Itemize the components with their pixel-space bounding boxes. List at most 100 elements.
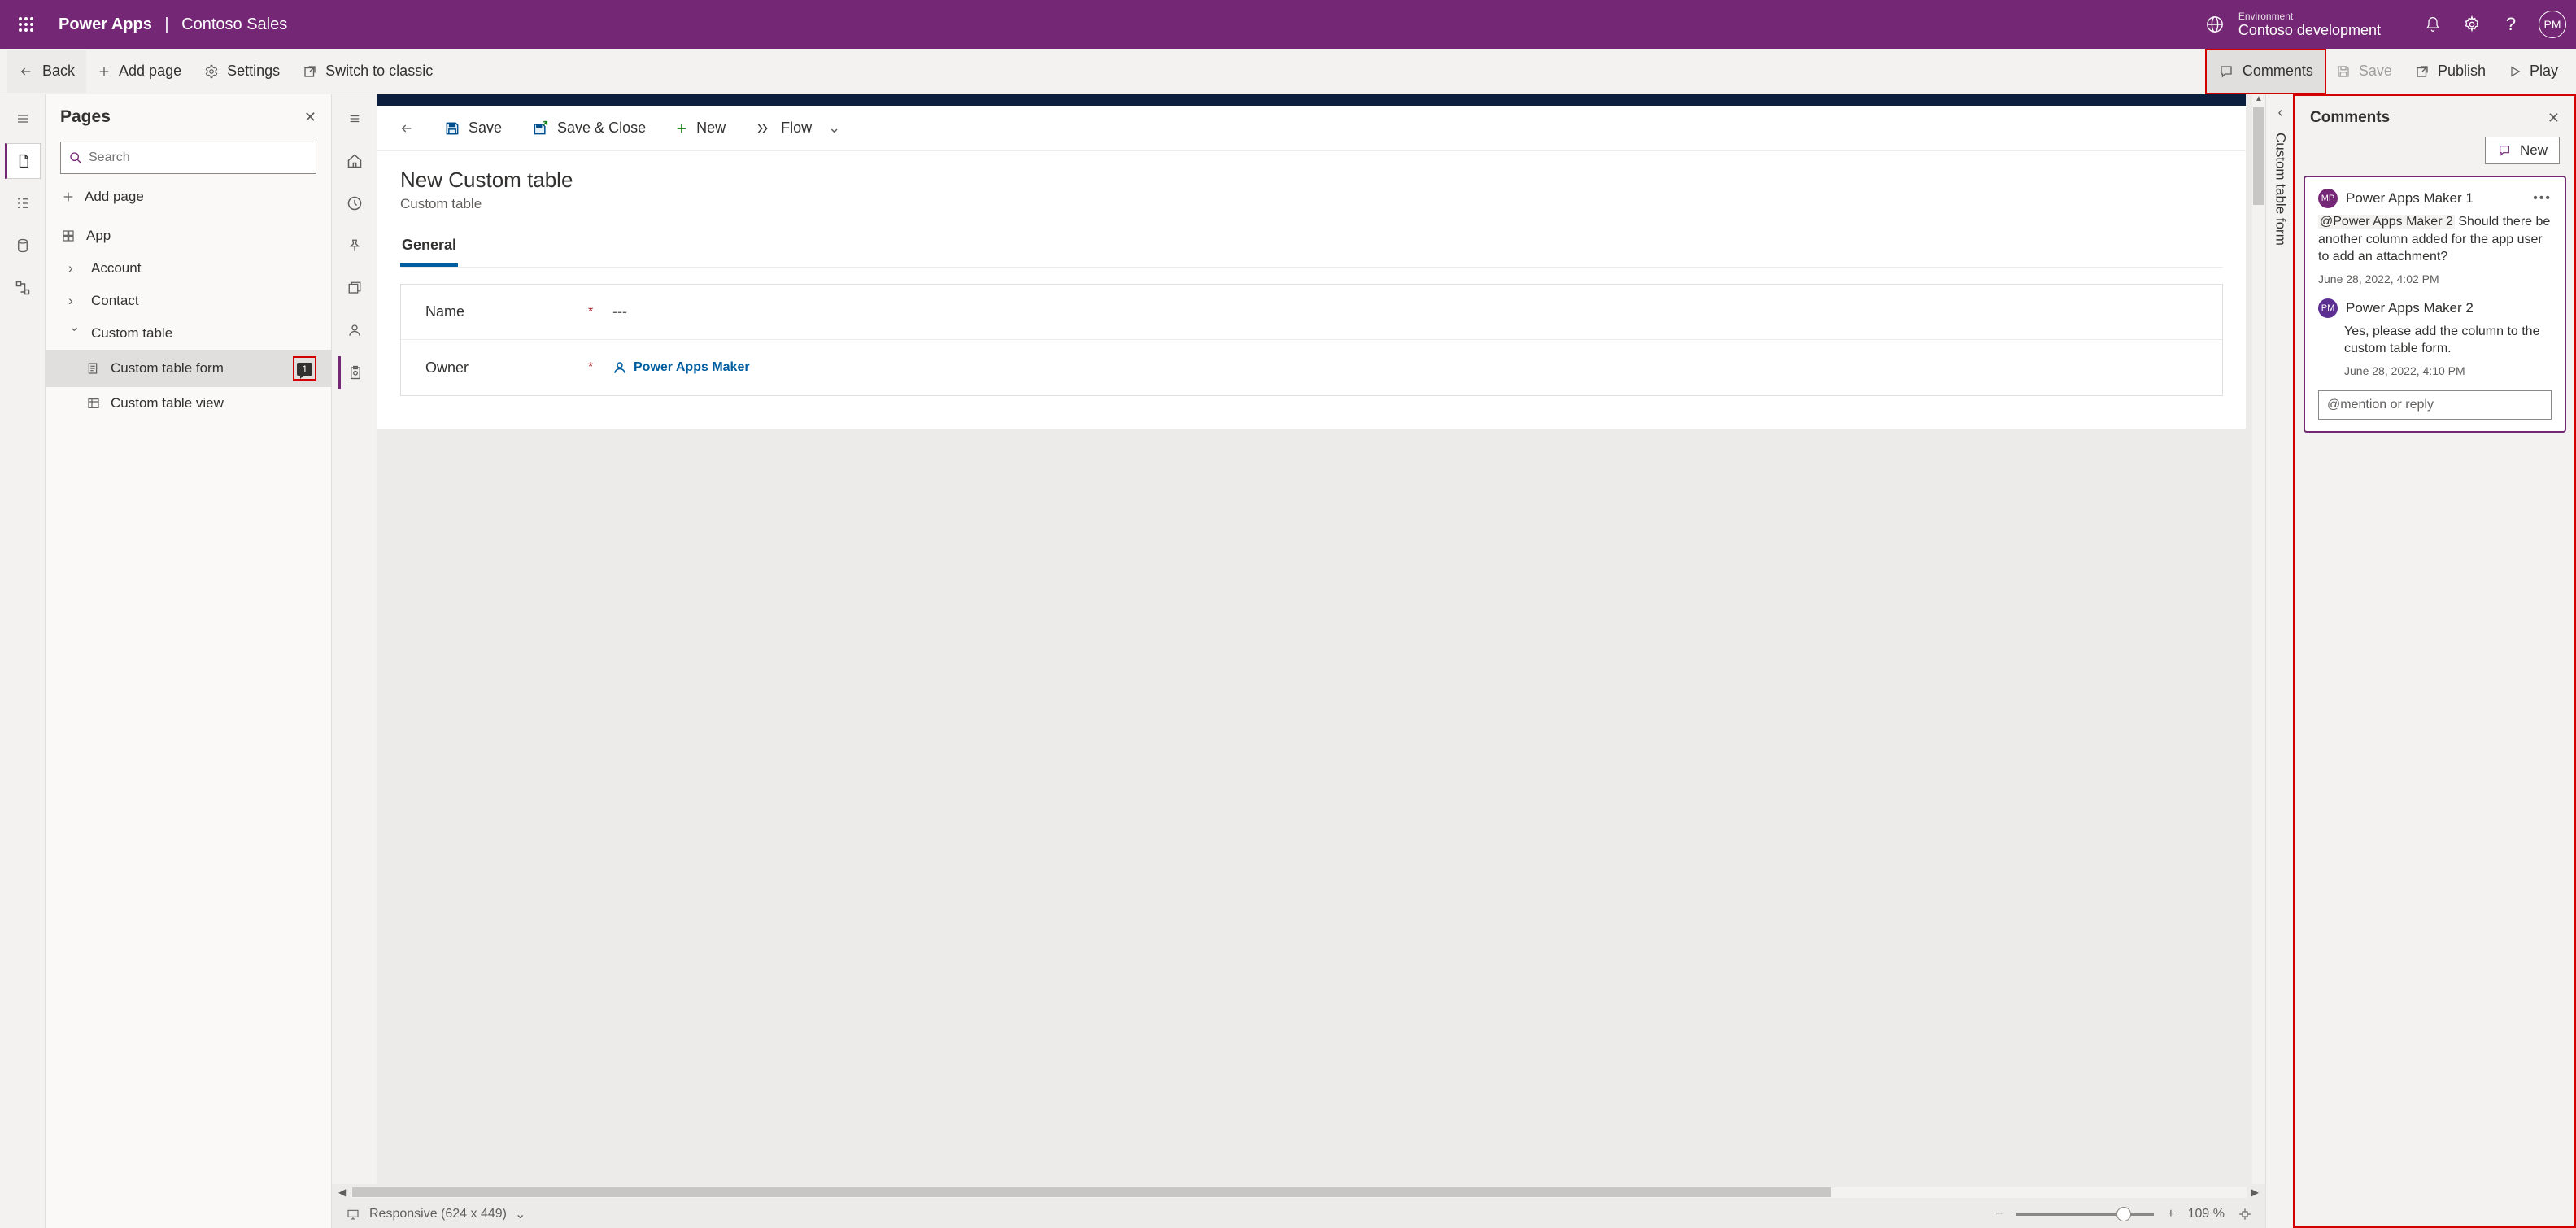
help-icon[interactable]: ? xyxy=(2491,5,2530,44)
play-button[interactable]: Play xyxy=(2497,50,2569,93)
brand-title[interactable]: Power Apps | Contoso Sales xyxy=(59,15,287,34)
left-rail xyxy=(0,94,46,1228)
chevron-down-icon: ⌄ xyxy=(828,120,840,137)
home-icon[interactable] xyxy=(338,145,371,177)
comments-close-icon[interactable]: ✕ xyxy=(2548,110,2560,127)
publish-label: Publish xyxy=(2438,63,2486,80)
comments-title: Comments xyxy=(2310,109,2548,127)
owner-link[interactable]: Power Apps Maker xyxy=(612,359,750,376)
brand-name: Power Apps xyxy=(59,15,152,33)
layers-icon[interactable] xyxy=(338,272,371,304)
tab-general[interactable]: General xyxy=(400,230,458,267)
zoom-in-button[interactable]: + xyxy=(2167,1207,2174,1221)
settings-gear-icon[interactable] xyxy=(2452,5,2491,44)
horizontal-scrollbar-row: ◀ ▶ xyxy=(332,1184,2265,1200)
form-save-close-button[interactable]: Save & Close xyxy=(518,109,659,148)
save-close-icon xyxy=(531,120,549,137)
responsive-mode[interactable]: Responsive (624 x 449) xyxy=(369,1207,507,1221)
hamburger-icon[interactable] xyxy=(5,101,41,137)
tree-item-custom-form[interactable]: Custom table form 1 xyxy=(46,350,331,387)
chevron-down-icon: › xyxy=(67,327,83,340)
reply-input[interactable]: @mention or reply xyxy=(2318,390,2552,420)
pages-rail-icon[interactable] xyxy=(5,143,41,179)
save-disk-icon xyxy=(444,120,460,137)
field-name-row[interactable]: Name * --- xyxy=(401,285,2222,340)
form-new-label: New xyxy=(696,120,726,137)
tree-label: Custom table form xyxy=(111,360,224,377)
save-disk-icon xyxy=(2336,64,2351,79)
comment-author: Power Apps Maker 1 xyxy=(2346,190,2474,207)
notifications-icon[interactable] xyxy=(2413,5,2452,44)
switch-classic-button[interactable]: Switch to classic xyxy=(291,50,444,93)
tree-rail-icon[interactable] xyxy=(5,185,41,221)
form-toolbar: Save Save & Close New Flow ⌄ xyxy=(377,106,2246,151)
waffle-icon[interactable] xyxy=(10,8,42,41)
gear-icon xyxy=(204,64,219,79)
settings-button[interactable]: Settings xyxy=(193,50,291,93)
pages-panel: Pages ✕ Add page App › Account › Cont xyxy=(46,94,332,1228)
pages-search-box[interactable] xyxy=(60,142,316,174)
form-save-button[interactable]: Save xyxy=(431,109,515,148)
user-avatar[interactable]: PM xyxy=(2539,11,2566,38)
comment-more-icon[interactable]: ••• xyxy=(2533,191,2552,206)
command-bar: Back Add page Settings Switch to classic… xyxy=(0,49,2576,94)
environment-picker[interactable]: Environment Contoso development xyxy=(2238,11,2381,38)
expand-chevron-icon[interactable]: ‹ xyxy=(2278,104,2283,121)
tree-label: Account xyxy=(91,260,141,277)
form-flow-button[interactable]: Flow ⌄ xyxy=(742,109,853,148)
chevron-right-icon: › xyxy=(68,293,81,309)
pages-close-icon[interactable]: ✕ xyxy=(304,109,316,126)
form-new-button[interactable]: New xyxy=(662,109,739,148)
hamburger-icon[interactable] xyxy=(338,102,371,135)
form-canvas: Save Save & Close New Flow ⌄ xyxy=(377,94,2252,1184)
property-tab-label[interactable]: Custom table form xyxy=(2273,133,2289,246)
vertical-scrollbar[interactable]: ▲ xyxy=(2252,94,2265,1184)
search-input[interactable] xyxy=(89,150,307,165)
scroll-left-arrow[interactable]: ◀ xyxy=(338,1187,346,1198)
form-save-label: Save xyxy=(469,120,502,137)
new-comment-button[interactable]: New xyxy=(2485,137,2560,164)
flow-icon xyxy=(755,121,773,136)
form-save-close-label: Save & Close xyxy=(557,120,646,137)
form-tabs: General xyxy=(400,230,2223,268)
zoom-out-button[interactable]: − xyxy=(1995,1207,2003,1221)
scroll-right-arrow[interactable]: ▶ xyxy=(2251,1187,2259,1198)
form-back-button[interactable] xyxy=(386,109,428,148)
comment-mention[interactable]: @Power Apps Maker 2 xyxy=(2318,215,2455,229)
field-value: --- xyxy=(612,303,627,320)
comments-button[interactable]: Comments xyxy=(2207,50,2325,93)
scroll-thumb[interactable] xyxy=(2253,107,2264,205)
person-icon[interactable] xyxy=(338,314,371,346)
pin-icon[interactable] xyxy=(338,229,371,262)
tree-item-account[interactable]: › Account xyxy=(46,252,331,285)
scroll-thumb[interactable] xyxy=(352,1187,1831,1197)
field-label: Owner xyxy=(425,359,588,377)
tree-item-app[interactable]: App xyxy=(46,220,331,252)
comment-text: Yes, please add the column to the custom… xyxy=(2344,324,2539,356)
horizontal-scrollbar[interactable] xyxy=(351,1187,2247,1198)
add-page-button[interactable]: Add page xyxy=(86,50,193,93)
field-owner-row[interactable]: Owner * Power Apps Maker xyxy=(401,340,2222,395)
external-icon xyxy=(303,64,317,79)
tree-item-contact[interactable]: › Contact xyxy=(46,285,331,317)
back-button[interactable]: Back xyxy=(7,50,86,93)
chevron-down-icon[interactable]: ⌄ xyxy=(515,1206,525,1222)
play-label: Play xyxy=(2530,63,2558,80)
comment-body: @Power Apps Maker 2 Should there be anot… xyxy=(2318,213,2552,266)
save-button[interactable]: Save xyxy=(2325,50,2404,93)
add-page-link[interactable]: Add page xyxy=(46,181,331,213)
data-rail-icon[interactable] xyxy=(5,228,41,263)
recent-icon[interactable] xyxy=(338,187,371,220)
required-asterisk: * xyxy=(588,360,612,375)
comment-time: June 28, 2022, 4:02 PM xyxy=(2318,272,2552,285)
tree-item-custom-table[interactable]: › Custom table xyxy=(46,317,331,350)
automation-rail-icon[interactable] xyxy=(5,270,41,306)
scroll-up-arrow[interactable]: ▲ xyxy=(2252,94,2265,103)
clipboard-icon[interactable] xyxy=(338,356,371,389)
comment-thread: MP Power Apps Maker 1 ••• @Power Apps Ma… xyxy=(2304,176,2566,433)
comment-count-badge[interactable]: 1 xyxy=(297,363,312,376)
tree-item-custom-view[interactable]: Custom table view xyxy=(46,387,331,420)
zoom-slider[interactable] xyxy=(2016,1213,2154,1216)
publish-button[interactable]: Publish xyxy=(2404,50,2497,93)
fit-icon[interactable] xyxy=(2238,1207,2252,1221)
